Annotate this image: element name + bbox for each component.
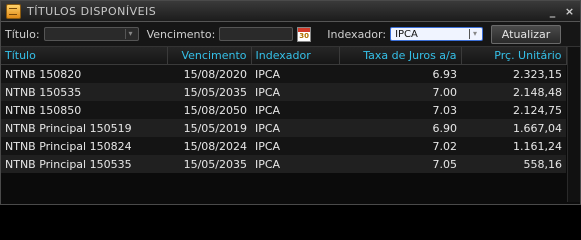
titulo-label: Título: bbox=[5, 27, 40, 41]
cell-vencimento: 15/08/2020 bbox=[167, 64, 251, 83]
table-row[interactable]: NTNB Principal 150535 15/05/2035 IPCA 7.… bbox=[1, 155, 566, 173]
column-header-indexador[interactable]: Indexador bbox=[251, 47, 340, 65]
cell-preco: 2.124,75 bbox=[461, 101, 566, 119]
cell-titulo: NTNB Principal 150519 bbox=[1, 119, 167, 137]
table-row[interactable]: NTNB Principal 150519 15/05/2019 IPCA 6.… bbox=[1, 119, 566, 137]
cell-indexador: IPCA bbox=[251, 83, 339, 101]
cell-vencimento: 15/08/2050 bbox=[167, 101, 251, 119]
cell-vencimento: 15/08/2024 bbox=[167, 137, 251, 155]
atualizar-button[interactable]: Atualizar bbox=[491, 24, 562, 44]
cell-indexador: IPCA bbox=[251, 101, 339, 119]
cell-preco: 2.323,15 bbox=[461, 64, 566, 83]
cell-taxa: 6.90 bbox=[339, 119, 461, 137]
indexador-value: IPCA bbox=[395, 29, 418, 40]
column-header-taxa[interactable]: Taxa de Juros a/a bbox=[339, 47, 462, 65]
cell-titulo: NTNB 150850 bbox=[1, 101, 167, 119]
column-header-preco[interactable]: Prç. Unitário bbox=[461, 47, 567, 65]
titulo-select[interactable]: ▾ bbox=[43, 27, 139, 41]
cell-vencimento: 15/05/2019 bbox=[167, 119, 251, 137]
cell-taxa: 7.03 bbox=[339, 101, 461, 119]
cell-taxa: 6.93 bbox=[339, 64, 461, 83]
vencimento-label: Vencimento: bbox=[146, 27, 216, 41]
title-bar[interactable]: TÍTULOS DISPONÍVEIS _ × bbox=[1, 1, 580, 22]
cell-titulo: NTNB 150535 bbox=[1, 83, 167, 101]
column-header-titulo[interactable]: Título bbox=[1, 47, 168, 65]
vencimento-input[interactable] bbox=[219, 27, 294, 41]
cell-taxa: 7.00 bbox=[339, 83, 461, 101]
cell-taxa: 7.05 bbox=[339, 155, 461, 173]
titles-table: Título Vencimento Indexador Taxa de Juro… bbox=[1, 47, 567, 173]
indexador-label: Indexador: bbox=[327, 27, 387, 41]
indexador-select[interactable]: IPCA ▾ bbox=[390, 27, 484, 41]
column-header-vencimento[interactable]: Vencimento bbox=[167, 47, 252, 65]
cell-preco: 558,16 bbox=[461, 155, 566, 173]
cell-titulo: NTNB Principal 150535 bbox=[1, 155, 167, 173]
cell-indexador: IPCA bbox=[251, 119, 339, 137]
calendar-icon[interactable]: 30 bbox=[297, 26, 312, 42]
table-row[interactable]: NTNB 150850 15/08/2050 IPCA 7.03 2.124,7… bbox=[1, 101, 566, 119]
titles-table-container: Título Vencimento Indexador Taxa de Juro… bbox=[1, 47, 580, 202]
table-header-row: Título Vencimento Indexador Taxa de Juro… bbox=[1, 47, 567, 65]
window-title: TÍTULOS DISPONÍVEIS bbox=[27, 4, 157, 18]
cell-titulo: NTNB Principal 150824 bbox=[1, 137, 167, 155]
table-row[interactable]: NTNB 150535 15/05/2035 IPCA 7.00 2.148,4… bbox=[1, 83, 566, 101]
chevron-down-icon: ▾ bbox=[124, 29, 136, 39]
cell-taxa: 7.02 bbox=[339, 137, 461, 155]
cell-preco: 2.148,48 bbox=[461, 83, 566, 101]
chevron-down-icon: ▾ bbox=[469, 29, 480, 39]
close-button[interactable]: × bbox=[563, 5, 576, 18]
cell-preco: 1.667,04 bbox=[461, 119, 566, 137]
cell-indexador: IPCA bbox=[251, 155, 339, 173]
minimize-button[interactable]: _ bbox=[546, 5, 559, 18]
cell-indexador: IPCA bbox=[251, 137, 339, 155]
table-row[interactable]: NTNB 150820 15/08/2020 IPCA 6.93 2.323,1… bbox=[1, 64, 566, 83]
cell-titulo: NTNB 150820 bbox=[1, 64, 167, 83]
filter-bar: Título: ▾ Vencimento: 30 Indexador: IPCA… bbox=[1, 22, 580, 47]
cell-vencimento: 15/05/2035 bbox=[167, 83, 251, 101]
titulos-window: TÍTULOS DISPONÍVEIS _ × Título: ▾ Vencim… bbox=[0, 0, 581, 205]
calendar-day: 30 bbox=[299, 31, 310, 40]
cell-indexador: IPCA bbox=[251, 64, 339, 83]
app-icon bbox=[6, 3, 21, 19]
cell-preco: 1.161,24 bbox=[461, 137, 566, 155]
cell-vencimento: 15/05/2035 bbox=[167, 155, 251, 173]
vertical-scrollbar[interactable] bbox=[567, 47, 580, 202]
table-row[interactable]: NTNB Principal 150824 15/08/2024 IPCA 7.… bbox=[1, 137, 566, 155]
